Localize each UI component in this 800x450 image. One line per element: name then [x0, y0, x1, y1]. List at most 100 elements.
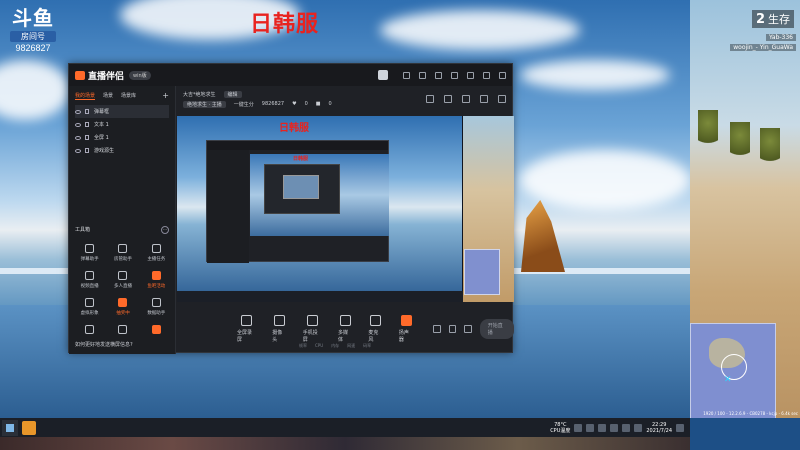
help-notice[interactable]: 如何更好地发送横屏信息?: [75, 341, 133, 348]
eye-icon[interactable]: [75, 109, 81, 114]
tool-label: 虚拟形象: [80, 311, 99, 316]
lock-icon[interactable]: [85, 122, 89, 127]
shirt-icon[interactable]: [435, 71, 442, 79]
system-clock[interactable]: 22:29 2021/7/24: [646, 422, 672, 434]
tool-item[interactable]: [140, 325, 173, 347]
player-marker-icon: ✕: [724, 375, 732, 385]
douyu-logo: 斗鱼: [12, 8, 54, 30]
camera-button[interactable]: 摄像头: [272, 315, 286, 343]
tool-item[interactable]: 房管助手: [106, 244, 139, 266]
taskbar: 78°C CPU温度 22:29 2021/7/24: [0, 418, 690, 437]
start-live-button[interactable]: 开始直播: [479, 319, 514, 339]
monitor-icon: [241, 315, 253, 326]
tool-icon: [85, 244, 95, 253]
record-icon[interactable]: [433, 325, 441, 333]
screen-capture-button[interactable]: 全屏录屏: [237, 315, 256, 343]
tool-label: 多人直播: [113, 284, 132, 289]
source-item[interactable]: 全屏 1: [75, 131, 169, 144]
source-item[interactable]: 文本 1: [75, 118, 169, 131]
add-scene-icon[interactable]: +: [162, 91, 169, 100]
toolbox-header: 工具箱 ···: [75, 226, 169, 234]
tab-my-scene[interactable]: 我的场景: [75, 92, 96, 100]
live-controls: 开始直播: [433, 319, 514, 339]
tool-icon: [118, 244, 128, 253]
quick-tag: 一键生分: [233, 101, 254, 108]
close-icon[interactable]: [499, 71, 506, 79]
tool-icon: [118, 298, 128, 307]
tray-icon[interactable]: [574, 423, 583, 432]
game-status-text: 1920 / 100 - 12.2.6.9 - CB0278 - kcjp - …: [703, 411, 798, 416]
avatar[interactable]: [378, 70, 388, 80]
settings-icon[interactable]: [419, 71, 426, 79]
microphone-button[interactable]: 麦克风: [368, 315, 382, 343]
share-icon[interactable]: [498, 95, 506, 103]
tool-icon: [118, 325, 128, 334]
phone-cast-button[interactable]: 手机投屏: [303, 315, 322, 343]
network-icon[interactable]: [610, 423, 619, 432]
eye-icon[interactable]: [75, 135, 81, 140]
tool-icon: [85, 271, 95, 280]
source-label: 弹幕框: [94, 109, 110, 115]
bell-icon[interactable]: [480, 95, 488, 103]
nested-preview: 日韩服: [250, 154, 389, 236]
maximize-icon[interactable]: [483, 71, 490, 79]
tool-icon: [151, 244, 161, 253]
room-icons: [426, 95, 506, 103]
main-panel: 大吉*绝地求生 编辑 绝地求生 · 主播 一键生分 9826827 ♥ 0 ■ 0 …: [177, 86, 514, 354]
status-item: CPU: [315, 343, 324, 348]
room-number-label: 房间号: [10, 31, 56, 42]
tree: [730, 122, 750, 166]
cloud: [0, 60, 70, 120]
tool-item[interactable]: 视频直播: [73, 271, 106, 293]
system-tray: 78°C CPU温度 22:29 2021/7/24: [550, 422, 690, 434]
category-tag[interactable]: 绝地求生 · 主播: [183, 100, 226, 108]
tab-scene-library[interactable]: 场景库: [121, 92, 136, 99]
room-title: 大吉*绝地求生: [183, 91, 216, 98]
circle-icon[interactable]: [448, 325, 457, 333]
tool-label: 鱼吧活动: [147, 284, 166, 289]
message-icon[interactable]: [403, 71, 410, 79]
menu-icon[interactable]: [451, 71, 458, 79]
lock-icon[interactable]: [85, 148, 89, 153]
tool-item[interactable]: 多人直播: [106, 271, 139, 293]
streaming-app-window: 直播伴侣 win版 我的场景 场景 场景库 + 弹幕框 文本 1 全屏 1 游戏…: [68, 63, 514, 354]
minimize-icon[interactable]: [467, 71, 474, 79]
tool-item[interactable]: 弹幕助手: [73, 244, 106, 266]
tray-icon[interactable]: [586, 423, 595, 432]
source-label: 全屏 1: [94, 135, 109, 141]
lock-icon[interactable]: [85, 109, 89, 114]
notification-center-icon[interactable]: [676, 423, 684, 432]
eye-icon[interactable]: [75, 148, 81, 153]
ime-icon[interactable]: [634, 423, 643, 432]
overlay-title: 日韩服: [250, 12, 320, 37]
eye-icon[interactable]: [75, 122, 81, 127]
source-item[interactable]: 游戏源生: [75, 144, 169, 157]
more-icon[interactable]: ···: [161, 226, 169, 234]
volume-icon[interactable]: [622, 423, 631, 432]
tool-item[interactable]: 抽奖中: [106, 298, 139, 320]
speaker-icon: [400, 315, 412, 326]
tray-icon[interactable]: [598, 423, 607, 432]
tool-item[interactable]: 主播任务: [140, 244, 173, 266]
source-item[interactable]: 弹幕框: [75, 105, 169, 118]
minimap: ✕: [690, 323, 776, 418]
lock-icon[interactable]: [85, 135, 89, 140]
tool-item[interactable]: 鱼吧活动: [140, 271, 173, 293]
screen-icon[interactable]: [462, 95, 470, 103]
media-button[interactable]: 多媒体: [338, 315, 352, 343]
gear-icon[interactable]: [464, 325, 472, 333]
speaker-button[interactable]: 扬声器: [399, 315, 413, 343]
notification-icon[interactable]: [426, 95, 434, 103]
tool-item[interactable]: 数据助手: [140, 298, 173, 320]
tool-label: 视频直播: [80, 284, 99, 289]
status-item: 帧率: [299, 343, 307, 348]
start-button[interactable]: [2, 419, 18, 436]
tool-item[interactable]: 虚拟形象: [73, 298, 106, 320]
toolbox-title: 工具箱: [75, 227, 91, 233]
edit-title-button[interactable]: 编辑: [223, 90, 242, 98]
lock-icon[interactable]: [444, 95, 452, 103]
tab-scene[interactable]: 场景: [103, 92, 113, 99]
taskbar-app-icon[interactable]: [22, 420, 36, 435]
stream-preview[interactable]: 日韩服 日韩服: [177, 116, 514, 302]
room-number: 9826827: [15, 43, 51, 53]
